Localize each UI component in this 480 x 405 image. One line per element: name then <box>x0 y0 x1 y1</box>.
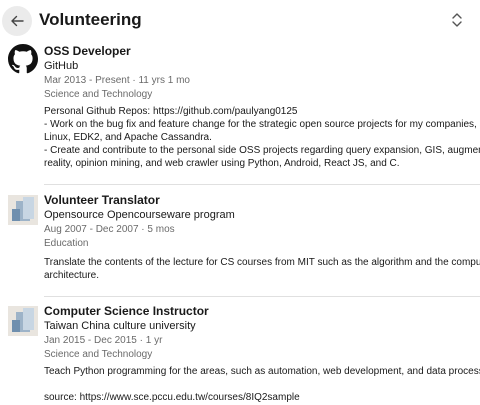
organization-name: GitHub <box>44 60 79 72</box>
role-title: Computer Science Instructor <box>44 304 209 318</box>
date-range: Mar 2013 - Present · 11 yrs 1 mo <box>44 75 190 86</box>
entry-description: Translate the contents of the lecture fo… <box>44 256 480 282</box>
description-line: reality, opinion mining, and web crawler… <box>44 158 400 169</box>
reorder-button[interactable] <box>446 9 468 31</box>
entry-description: Teach Python programming for the areas, … <box>44 365 480 404</box>
volunteer-entry: OSS Developer GitHub Mar 2013 - Present … <box>0 44 480 184</box>
page-title: Volunteering <box>39 10 142 29</box>
description-line: Personal Github Repos: https://github.co… <box>44 106 298 117</box>
role-title: OSS Developer <box>44 44 131 58</box>
description-line: - Work on the bug fix and feature change… <box>44 119 480 130</box>
description-line <box>44 378 480 391</box>
back-button[interactable] <box>2 6 32 36</box>
cause-label: Education <box>44 238 89 249</box>
description-line: - Create and contribute to the personal … <box>44 145 480 156</box>
github-logo-icon <box>8 44 38 74</box>
cause-label: Science and Technology <box>44 89 153 100</box>
date-range: Aug 2007 - Dec 2007 · 5 mos <box>44 224 175 235</box>
organization-logo-icon <box>8 195 38 225</box>
arrow-left-icon <box>11 15 24 27</box>
description-line: architecture. <box>44 270 100 281</box>
volunteer-entry: Volunteer Translator Opensource Opencour… <box>0 193 480 293</box>
chevron-up-down-icon <box>452 13 462 27</box>
divider <box>44 296 480 297</box>
organization-logo-icon <box>8 306 38 336</box>
description-line: source: https://www.sce.pccu.edu.tw/cour… <box>44 392 300 403</box>
description-line: Linux, EDK2, and Apache Cassandra. <box>44 132 212 143</box>
description-line: Teach Python programming for the areas, … <box>44 366 480 377</box>
divider <box>44 184 480 185</box>
volunteer-entry: Computer Science Instructor Taiwan China… <box>0 304 480 405</box>
role-title: Volunteer Translator <box>44 193 160 207</box>
description-line: Translate the contents of the lecture fo… <box>44 257 480 268</box>
entry-description: Personal Github Repos: https://github.co… <box>44 105 480 170</box>
cause-label: Science and Technology <box>44 349 153 360</box>
date-range: Jan 2015 - Dec 2015 · 1 yr <box>44 335 163 346</box>
page-header: Volunteering <box>0 0 480 40</box>
organization-name: Opensource Opencourseware program <box>44 209 235 221</box>
organization-name: Taiwan China culture university <box>44 320 196 332</box>
